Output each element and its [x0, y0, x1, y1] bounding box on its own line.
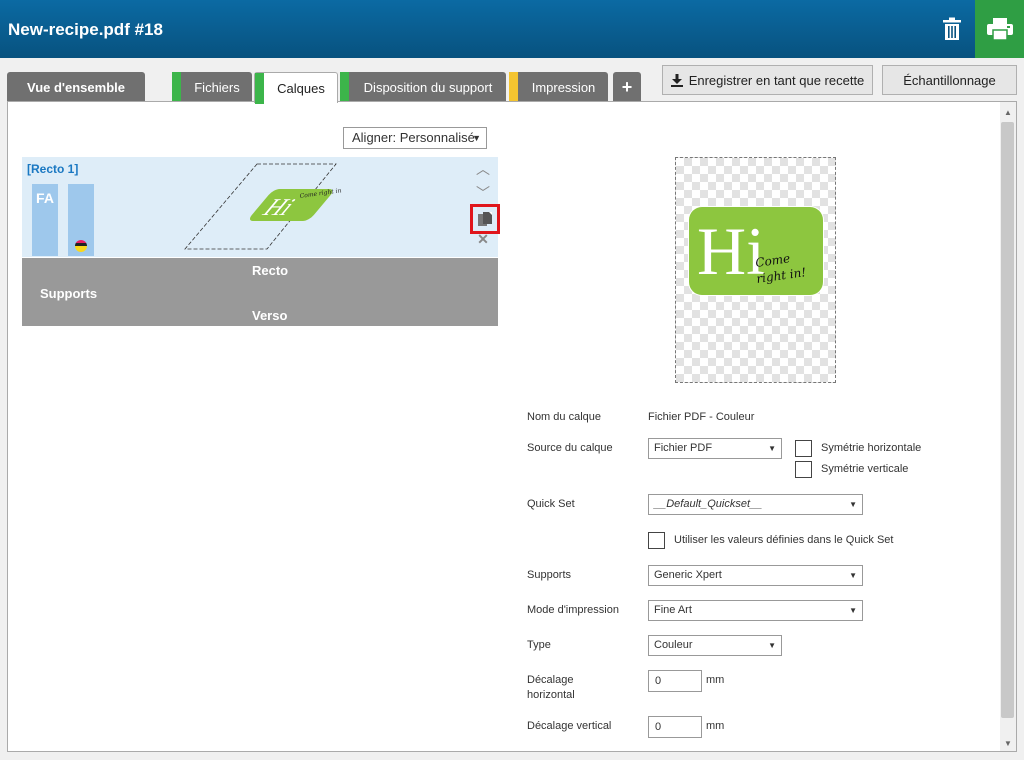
- layer-source-select[interactable]: Fichier PDF ▼: [648, 438, 782, 459]
- status-marker: [509, 72, 518, 102]
- quickset-label: Quick Set: [527, 498, 575, 510]
- duplicate-layer-button[interactable]: [470, 204, 500, 234]
- print-icon: [986, 18, 1013, 40]
- save-recipe-button[interactable]: Enregistrer en tant que recette: [662, 65, 873, 95]
- move-up-icon[interactable]: ︿: [474, 159, 492, 179]
- page-title: New-recipe.pdf #18: [8, 20, 163, 39]
- delete-button[interactable]: [930, 8, 974, 50]
- status-marker: [172, 72, 181, 102]
- h-offset-label: Décalage: [527, 674, 574, 686]
- h-offset-value: 0: [655, 675, 662, 687]
- layer-source-value: Fichier PDF: [654, 442, 713, 454]
- scroll-up-icon[interactable]: ▲: [1001, 105, 1015, 119]
- plus-icon: +: [621, 76, 633, 97]
- add-tab-button[interactable]: +: [613, 72, 641, 102]
- tab-label: Impression: [531, 79, 596, 95]
- layer-thumbnail: Hi Come right in!: [184, 163, 342, 250]
- tab-layers[interactable]: Calques: [254, 72, 338, 104]
- print-mode-value: Fine Art: [654, 604, 692, 616]
- v-offset-value: 0: [655, 721, 662, 733]
- tab-label: Disposition du support: [363, 79, 493, 95]
- type-select[interactable]: Couleur ▼: [648, 635, 782, 656]
- bar-label: FA: [36, 190, 54, 206]
- mirror-horizontal-checkbox[interactable]: [795, 440, 812, 457]
- align-value: Aligner: Personnalisé: [352, 130, 475, 145]
- sampling-label: Échantillonnage: [903, 72, 996, 88]
- chevron-down-icon: ▼: [472, 133, 481, 143]
- print-button[interactable]: [975, 0, 1024, 58]
- chevron-down-icon: ▼: [849, 571, 857, 580]
- h-offset-unit: mm: [706, 674, 725, 686]
- type-label: Type: [527, 639, 551, 651]
- layer-bar-fa: FA: [32, 184, 58, 256]
- chevron-down-icon: ▼: [768, 641, 776, 650]
- supports-strip: Recto Supports Verso: [22, 258, 498, 326]
- layer-name-value: Fichier PDF - Couleur: [648, 411, 755, 423]
- v-offset-label: Décalage vertical: [527, 720, 612, 732]
- chevron-down-icon: ▼: [768, 444, 776, 453]
- quickset-value: __Default_Quickset__: [654, 498, 763, 510]
- supports-value: Generic Xpert: [654, 569, 722, 581]
- layer-title: [Recto 1]: [27, 162, 79, 176]
- tab-media-layout[interactable]: Disposition du support: [340, 72, 506, 102]
- v-offset-unit: mm: [706, 720, 725, 732]
- h-offset-input[interactable]: 0: [648, 670, 702, 692]
- print-mode-select[interactable]: Fine Art ▼: [648, 600, 863, 621]
- layer-source-label: Source du calque: [527, 442, 613, 454]
- status-marker: [340, 72, 349, 102]
- h-offset-label-line2: horizontal: [527, 689, 575, 701]
- app-header: New-recipe.pdf #18: [0, 0, 1024, 58]
- chevron-down-icon: ▼: [849, 500, 857, 509]
- quickset-select[interactable]: __Default_Quickset__ ▼: [648, 494, 863, 515]
- tab-label: Calques: [277, 80, 325, 96]
- tab-files[interactable]: Fichiers: [172, 72, 252, 102]
- trash-icon: [943, 17, 961, 40]
- scrollbar-thumb[interactable]: [1001, 122, 1014, 718]
- print-mode-label: Mode d'impression: [527, 604, 619, 616]
- move-down-icon[interactable]: ﹀: [474, 183, 492, 203]
- supports-label: Supports: [40, 286, 98, 301]
- use-quickset-label: Utiliser les valeurs définies dans le Qu…: [674, 534, 894, 546]
- layer-preview: Hi Come right in!: [675, 157, 836, 383]
- align-dropdown[interactable]: Aligner: Personnalisé ▼: [343, 127, 487, 149]
- layer-name-label: Nom du calque: [527, 411, 601, 423]
- use-quickset-checkbox[interactable]: [648, 532, 665, 549]
- download-icon: [670, 73, 683, 87]
- tab-label: Vue d'ensemble: [27, 79, 125, 95]
- tab-print[interactable]: Impression: [509, 72, 608, 102]
- mirror-vertical-checkbox[interactable]: [795, 461, 812, 478]
- mirror-vertical-label: Symétrie verticale: [821, 463, 909, 475]
- duplicate-icon: [478, 212, 492, 226]
- tab-overview[interactable]: Vue d'ensemble: [7, 72, 145, 102]
- save-recipe-label: Enregistrer en tant que recette: [688, 72, 865, 88]
- mirror-horizontal-label: Symétrie horizontale: [821, 442, 922, 454]
- sampling-button[interactable]: Échantillonnage: [882, 65, 1017, 95]
- type-value: Couleur: [654, 639, 693, 651]
- verso-label: Verso: [252, 308, 288, 323]
- tab-label: Fichiers: [194, 79, 240, 95]
- status-marker: [255, 73, 264, 104]
- preview-logo-text: Hi: [697, 213, 765, 289]
- preview-logo: Hi Come right in!: [688, 206, 824, 296]
- cmyk-icon: [75, 240, 87, 252]
- layer-card[interactable]: [Recto 1] FA Hi Come right in! ︿ ﹀ ✕: [22, 157, 498, 257]
- recto-label: Recto: [252, 263, 289, 278]
- supports-select[interactable]: Generic Xpert ▼: [648, 565, 863, 586]
- supports-form-label: Supports: [527, 569, 572, 581]
- v-offset-input[interactable]: 0: [648, 716, 702, 738]
- chevron-down-icon: ▼: [849, 606, 857, 615]
- scroll-down-icon[interactable]: ▼: [1001, 736, 1015, 750]
